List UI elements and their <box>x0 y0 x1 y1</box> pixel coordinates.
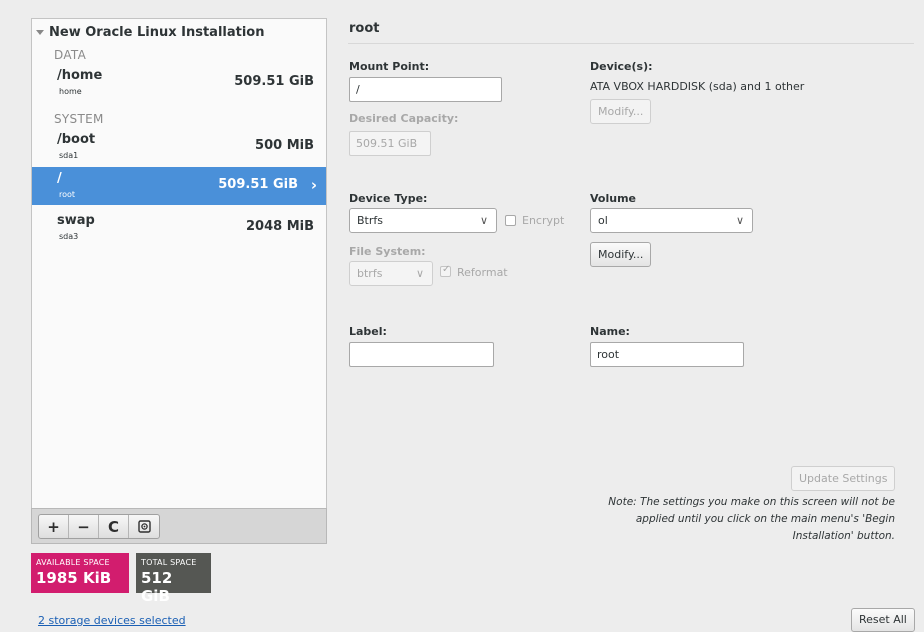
title-divider <box>348 43 914 44</box>
encrypt-label: Encrypt <box>522 214 565 227</box>
mount-name: /boot <box>57 132 96 147</box>
mount-item-home[interactable]: /home home 509.51 GiB <box>32 64 326 102</box>
group-label-data: DATA <box>54 48 87 62</box>
mount-item-swap[interactable]: swap sda3 2048 MiB <box>32 209 326 247</box>
mount-size: 509.51 GiB <box>234 74 314 89</box>
chevron-down-icon: ∨ <box>735 214 744 227</box>
desired-capacity-input[interactable]: 509.51 GiB <box>349 131 431 156</box>
mount-size: 2048 MiB <box>245 219 314 234</box>
total-space-badge: TOTAL SPACE 512 GiB <box>136 553 211 605</box>
mount-device: root <box>59 190 76 199</box>
update-settings-button[interactable]: Update Settings <box>791 466 896 491</box>
mount-point-input[interactable]: / <box>349 77 502 102</box>
mount-device: sda1 <box>59 151 79 160</box>
name-field-label: Name: <box>590 325 630 338</box>
configure-icon[interactable] <box>129 515 159 538</box>
reformat-label: Reformat <box>457 266 508 279</box>
group-label-system: SYSTEM <box>54 112 104 126</box>
detail-title: root <box>349 21 380 36</box>
volume-select[interactable]: ol ∨ <box>590 208 753 233</box>
devices-label: Device(s): <box>590 60 653 73</box>
modify-devices-button[interactable]: Modify... <box>590 99 652 124</box>
volume-value: ol <box>598 214 608 227</box>
desired-capacity-label: Desired Capacity: <box>349 112 459 125</box>
device-type-label: Device Type: <box>349 192 428 205</box>
mount-item-boot[interactable]: /boot sda1 500 MiB <box>32 128 326 166</box>
mount-point-list: New Oracle Linux Installation DATA /home… <box>31 18 327 508</box>
file-system-value: btrfs <box>357 267 383 280</box>
label-input[interactable] <box>349 342 494 367</box>
available-space-badge: AVAILABLE SPACE 1985 KiB <box>31 553 129 593</box>
installation-header[interactable]: New Oracle Linux Installation <box>32 19 265 45</box>
checkmark-icon: ✓ <box>442 264 451 275</box>
chevron-down-icon: ∨ <box>479 214 488 227</box>
reformat-checkbox[interactable]: ✓ <box>440 264 451 277</box>
device-type-value: Btrfs <box>357 214 383 227</box>
installation-title: New Oracle Linux Installation <box>49 24 265 40</box>
expander-arrow-icon[interactable] <box>36 30 44 35</box>
chevron-down-icon: ∨ <box>415 267 424 280</box>
total-space-value: 512 GiB <box>141 569 173 605</box>
mount-device: sda3 <box>59 232 79 241</box>
available-space-value: 1985 KiB <box>36 569 112 587</box>
mount-name: swap <box>57 213 95 228</box>
file-system-select[interactable]: btrfs ∨ <box>349 261 433 286</box>
mount-name: / <box>57 171 62 186</box>
chevron-right-icon: › <box>310 176 317 194</box>
remove-mount-point-button[interactable]: − <box>69 515 99 538</box>
available-space-label: AVAILABLE SPACE <box>36 558 110 567</box>
device-type-select[interactable]: Btrfs ∨ <box>349 208 497 233</box>
mount-name: /home <box>57 68 103 83</box>
mount-size: 500 MiB <box>255 138 314 153</box>
mount-item-root[interactable]: / root 509.51 GiB › <box>32 167 326 205</box>
name-input[interactable]: root <box>590 342 744 367</box>
volume-label: Volume <box>590 192 636 205</box>
total-space-label: TOTAL SPACE <box>141 558 197 567</box>
devices-value: ATA VBOX HARDDISK (sda) and 1 other <box>590 80 805 93</box>
encrypt-checkbox[interactable] <box>505 215 516 226</box>
reset-all-button[interactable]: Reset All <box>851 608 915 632</box>
partition-toolbar: + − C <box>31 508 327 544</box>
disk-settings-icon <box>137 520 151 533</box>
settings-note: Note: The settings you make on this scre… <box>608 496 895 542</box>
add-mount-point-button[interactable]: + <box>39 515 69 538</box>
label-field-label: Label: <box>349 325 387 338</box>
mount-size: 509.51 GiB <box>218 177 298 192</box>
modify-volume-button[interactable]: Modify... <box>590 242 652 267</box>
refresh-icon[interactable]: C <box>99 515 129 538</box>
toolbar-button-group: + − C <box>38 514 160 539</box>
file-system-label: File System: <box>349 245 426 258</box>
mount-point-label: Mount Point: <box>349 60 430 73</box>
storage-devices-link[interactable]: 2 storage devices selected <box>38 614 186 627</box>
mount-device: home <box>59 87 82 96</box>
